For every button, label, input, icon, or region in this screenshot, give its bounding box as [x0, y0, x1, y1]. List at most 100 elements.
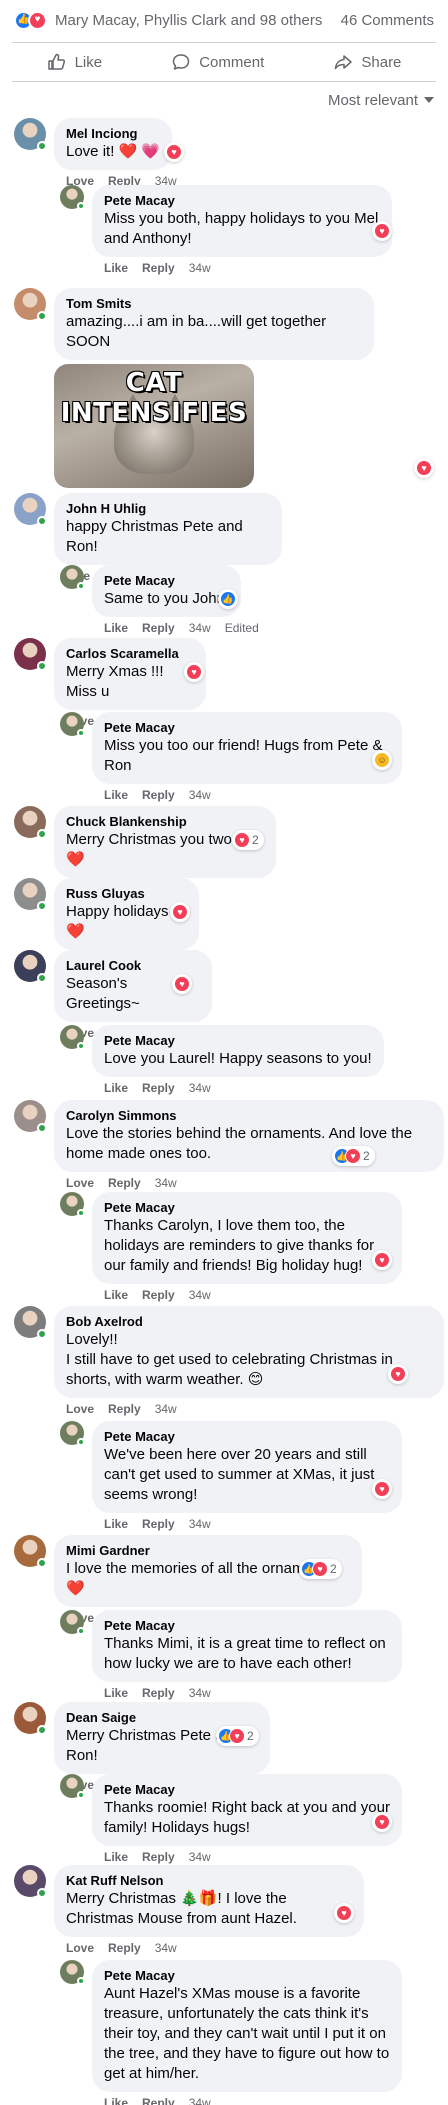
comment-author[interactable]: Pete Macay [104, 1200, 390, 1216]
comment-author[interactable]: Tom Smits [66, 296, 362, 312]
reply-link[interactable]: Reply [142, 1517, 175, 1531]
like-button[interactable]: Like [47, 52, 102, 72]
comment-author[interactable]: Pete Macay [104, 193, 380, 209]
edited-label[interactable]: Edited [225, 621, 259, 635]
comments-count[interactable]: 46 Comments [341, 12, 434, 29]
comment-timestamp[interactable]: 34w [189, 1686, 211, 1700]
comment-author[interactable]: Pete Macay [104, 573, 229, 589]
reply-link[interactable]: Reply [108, 1941, 141, 1955]
comment-timestamp[interactable]: 34w [155, 1176, 177, 1190]
like-link[interactable]: Like [104, 621, 128, 635]
reaction-badge[interactable]: ♥ 2 [232, 830, 264, 850]
reaction-badge[interactable]: 👍 [218, 589, 238, 609]
reaction-badge[interactable]: ♥ [372, 1812, 392, 1832]
reaction-badge[interactable]: ♥ [164, 142, 184, 162]
comment-author[interactable]: Carlos Scaramella [66, 646, 194, 662]
avatar[interactable] [60, 712, 85, 737]
avatar[interactable] [60, 1025, 85, 1050]
avatar[interactable] [60, 565, 85, 590]
reply-link[interactable]: Reply [142, 788, 175, 802]
avatar[interactable] [60, 1421, 85, 1446]
reply-link[interactable]: Reply [142, 1081, 175, 1095]
reaction-badge[interactable]: 👍 ♥ 2 [216, 1726, 259, 1746]
reactions-summary[interactable]: 👍 ♥ Mary Macay, Phyllis Clark and 98 oth… [0, 0, 448, 40]
comment-author[interactable]: Laurel Cook [66, 958, 200, 974]
comment-author[interactable]: Russ Gluyas [66, 886, 187, 902]
sort-dropdown[interactable]: Most relevant [328, 88, 434, 112]
love-link[interactable]: Love [66, 1402, 94, 1416]
comment-timestamp[interactable]: 34w [155, 1402, 177, 1416]
reply-link[interactable]: Reply [142, 621, 175, 635]
comment-timestamp[interactable]: 34w [189, 1288, 211, 1302]
reaction-badge[interactable]: ♥ [372, 221, 392, 241]
avatar[interactable] [60, 1960, 85, 1985]
avatar[interactable] [14, 288, 47, 321]
avatar[interactable] [60, 1192, 85, 1217]
avatar[interactable] [60, 185, 85, 210]
reactor-names[interactable]: Mary Macay, Phyllis Clark and 98 others [55, 12, 341, 29]
comment-author[interactable]: Pete Macay [104, 1968, 390, 1984]
avatar[interactable] [14, 1100, 47, 1133]
comment-timestamp[interactable]: 34w [189, 788, 211, 802]
reaction-badge[interactable]: ♥ [388, 1364, 408, 1384]
comment-author[interactable]: Dean Saige [66, 1710, 258, 1726]
comment-timestamp[interactable]: 34w [155, 1941, 177, 1955]
comment-button[interactable]: Comment [171, 52, 264, 72]
avatar[interactable] [14, 1535, 47, 1568]
avatar[interactable] [14, 878, 47, 911]
comment-author[interactable]: Carolyn Simmons [66, 1108, 432, 1124]
reply-link[interactable]: Reply [142, 2096, 175, 2105]
reaction-badge[interactable]: 👍 ♥ 2 [332, 1146, 375, 1166]
reply-link[interactable]: Reply [142, 1686, 175, 1700]
like-link[interactable]: Like [104, 2096, 128, 2105]
comment-author[interactable]: Pete Macay [104, 720, 390, 736]
reply-link[interactable]: Reply [142, 1850, 175, 1864]
comment-timestamp[interactable]: 34w [189, 621, 211, 635]
comment-timestamp[interactable]: 34w [189, 261, 211, 275]
love-link[interactable]: Love [66, 1941, 94, 1955]
avatar[interactable] [14, 950, 47, 983]
reaction-badge[interactable]: ♥ [372, 1250, 392, 1270]
avatar[interactable] [14, 118, 47, 151]
comment-author[interactable]: Pete Macay [104, 1782, 390, 1798]
share-button[interactable]: Share [333, 52, 401, 72]
avatar[interactable] [14, 1306, 47, 1339]
love-link[interactable]: Love [66, 1176, 94, 1190]
avatar[interactable] [14, 638, 47, 671]
comment-author[interactable]: Pete Macay [104, 1429, 390, 1445]
comment-author[interactable]: Mel Inciong [66, 126, 160, 142]
reaction-badge[interactable]: ☺ [372, 750, 392, 770]
comment-timestamp[interactable]: 34w [189, 1850, 211, 1864]
gif-attachment[interactable]: CAT INTENSIFIES [54, 364, 254, 488]
reply-link[interactable]: Reply [108, 1402, 141, 1416]
reaction-badge[interactable]: ♥ [372, 1479, 392, 1499]
comment-author[interactable]: Mimi Gardner [66, 1543, 350, 1559]
comment-author[interactable]: Pete Macay [104, 1033, 372, 1049]
comment-timestamp[interactable]: 34w [189, 1517, 211, 1531]
like-link[interactable]: Like [104, 788, 128, 802]
avatar[interactable] [60, 1610, 85, 1635]
avatar[interactable] [14, 493, 47, 526]
comment-timestamp[interactable]: 34w [189, 2096, 211, 2105]
reply-link[interactable]: Reply [142, 261, 175, 275]
reaction-badge[interactable]: ♥ [170, 902, 190, 922]
like-link[interactable]: Like [104, 1288, 128, 1302]
reply-link[interactable]: Reply [108, 1176, 141, 1190]
like-link[interactable]: Like [104, 1686, 128, 1700]
comment-author[interactable]: Bob Axelrod [66, 1314, 432, 1330]
reaction-badge[interactable]: ♥ [334, 1903, 354, 1923]
comment-author[interactable]: John H Uhlig [66, 501, 270, 517]
comment-timestamp[interactable]: 34w [189, 1081, 211, 1095]
like-link[interactable]: Like [104, 1517, 128, 1531]
avatar[interactable] [14, 1865, 47, 1898]
reaction-badge[interactable]: 👍 ♥ 2 [299, 1559, 342, 1579]
comment-author[interactable]: Pete Macay [104, 1618, 390, 1634]
avatar[interactable] [60, 1774, 85, 1799]
avatar[interactable] [14, 1702, 47, 1735]
like-link[interactable]: Like [104, 261, 128, 275]
comment-author[interactable]: Kat Ruff Nelson [66, 1873, 352, 1889]
reaction-badge[interactable]: ♥ [172, 974, 192, 994]
reaction-badge[interactable]: ♥ [414, 458, 434, 478]
comment-author[interactable]: Chuck Blankenship [66, 814, 264, 830]
reply-link[interactable]: Reply [142, 1288, 175, 1302]
